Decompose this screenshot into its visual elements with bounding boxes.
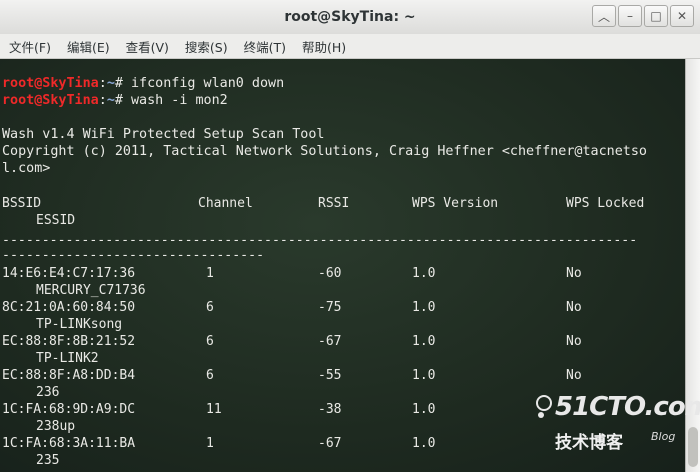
watermark-sub: 技术博客 <box>555 433 623 453</box>
cell-wps-locked: No <box>566 300 582 315</box>
watermark-bubble-icon <box>536 395 552 418</box>
cell-channel: 1 <box>206 436 214 451</box>
prompt-user: root@SkyTina <box>2 93 99 108</box>
cell-bssid: 14:E6:E4:C7:17:36 <box>2 266 136 281</box>
cell-essid: 238up <box>36 419 76 434</box>
prompt-separator: : <box>98 76 107 91</box>
cell-wps-locked: No <box>566 334 582 349</box>
table-separator: ----------------------------------------… <box>2 233 638 248</box>
cell-wps-version: 1.0 <box>412 402 436 417</box>
header-wps-version: WPS Version <box>412 196 499 211</box>
cell-essid: TP-LINKsong <box>36 317 123 332</box>
cell-rssi: -60 <box>318 266 342 281</box>
cell-essid: 235 <box>36 453 60 468</box>
cell-essid: MERCURY_C71736 <box>36 283 146 298</box>
window-controls: ︿ – □ ✕ <box>592 5 694 27</box>
banner-copyright-wrap: l.com> <box>2 161 51 176</box>
menu-view[interactable]: 查看(V) <box>118 37 177 56</box>
close-button[interactable]: ✕ <box>670 5 694 27</box>
terminal-window: root@SkyTina: ~ ︿ – □ ✕ 文件(F) 编辑(E) 查看(V… <box>0 0 700 472</box>
command-line-1: root@SkyTina:~# ifconfig wlan0 down <box>2 75 284 92</box>
cell-rssi: -75 <box>318 300 342 315</box>
close-icon: ✕ <box>676 9 688 23</box>
cell-rssi: -67 <box>318 436 342 451</box>
cell-channel: 1 <box>206 266 214 281</box>
minimize-icon: – <box>627 9 633 23</box>
menu-help[interactable]: 帮助(H) <box>294 37 354 56</box>
watermark-main: 51CTO.com <box>555 392 700 422</box>
cell-wps-locked: No <box>566 266 582 281</box>
cell-channel: 6 <box>206 368 214 383</box>
command-line-2: root@SkyTina:~# wash -i mon2 <box>2 92 228 109</box>
banner-copyright: Copyright (c) 2011, Tactical Network Sol… <box>2 144 647 159</box>
header-wps-locked: WPS Locked <box>566 196 645 211</box>
cell-wps-version: 1.0 <box>412 368 436 383</box>
maximize-icon: □ <box>650 9 662 23</box>
cell-bssid: 1C:FA:68:3A:11:BA <box>2 436 136 451</box>
scrollbar-thumb[interactable] <box>688 427 698 467</box>
table-separator-wrap: --------------------------------- <box>2 248 265 263</box>
cell-rssi: -38 <box>318 402 342 417</box>
cell-rssi: -55 <box>318 368 342 383</box>
cell-channel: 6 <box>206 334 214 349</box>
header-channel: Channel <box>198 196 253 211</box>
prompt-symbol: # <box>114 76 131 91</box>
cell-wps-version: 1.0 <box>412 436 436 451</box>
menu-bar: 文件(F) 编辑(E) 查看(V) 搜索(S) 终端(T) 帮助(H) <box>0 34 700 59</box>
prompt-symbol: # <box>114 93 131 108</box>
prompt-separator: : <box>98 93 107 108</box>
cell-bssid: EC:88:8F:A8:DD:B4 <box>2 368 136 383</box>
watermark-logo: 51CTO.com 技术博客 Blog <box>533 392 700 462</box>
prompt-path: ~ <box>106 93 115 108</box>
header-bssid: BSSID <box>2 196 42 211</box>
cell-essid: 236 <box>36 385 60 400</box>
cell-channel: 11 <box>206 402 222 417</box>
cell-wps-version: 1.0 <box>412 334 436 349</box>
cell-bssid: EC:88:8F:8B:21:52 <box>2 334 136 349</box>
cell-bssid: 8C:21:0A:60:84:50 <box>2 300 136 315</box>
command-text: ifconfig wlan0 down <box>131 76 285 91</box>
title-bar[interactable]: root@SkyTina: ~ ︿ – □ ✕ <box>0 0 700 35</box>
banner-title: Wash v1.4 WiFi Protected Setup Scan Tool <box>2 127 325 142</box>
cell-rssi: -67 <box>318 334 342 349</box>
header-rssi: RSSI <box>318 196 350 211</box>
cell-wps-locked: No <box>566 368 582 383</box>
window-menu-button[interactable]: ︿ <box>592 5 616 27</box>
menu-search[interactable]: 搜索(S) <box>177 37 236 56</box>
minimize-button[interactable]: – <box>618 5 642 27</box>
prompt-path: ~ <box>106 76 115 91</box>
menu-file[interactable]: 文件(F) <box>0 37 59 56</box>
cell-wps-version: 1.0 <box>412 266 436 281</box>
cell-essid: TP-LINK2 <box>36 351 99 366</box>
prompt-user: root@SkyTina <box>2 76 99 91</box>
chevron-up-icon: ︿ <box>597 9 610 24</box>
cell-bssid: 1C:FA:68:9D:A9:DC <box>2 402 136 417</box>
menu-edit[interactable]: 编辑(E) <box>59 37 118 56</box>
maximize-button[interactable]: □ <box>644 5 668 27</box>
cell-wps-version: 1.0 <box>412 300 436 315</box>
command-text: wash -i mon2 <box>131 93 228 108</box>
menu-terminal[interactable]: 终端(T) <box>236 37 294 56</box>
watermark-blog: Blog <box>651 430 676 443</box>
header-essid: ESSID <box>36 213 76 228</box>
cell-channel: 6 <box>206 300 214 315</box>
